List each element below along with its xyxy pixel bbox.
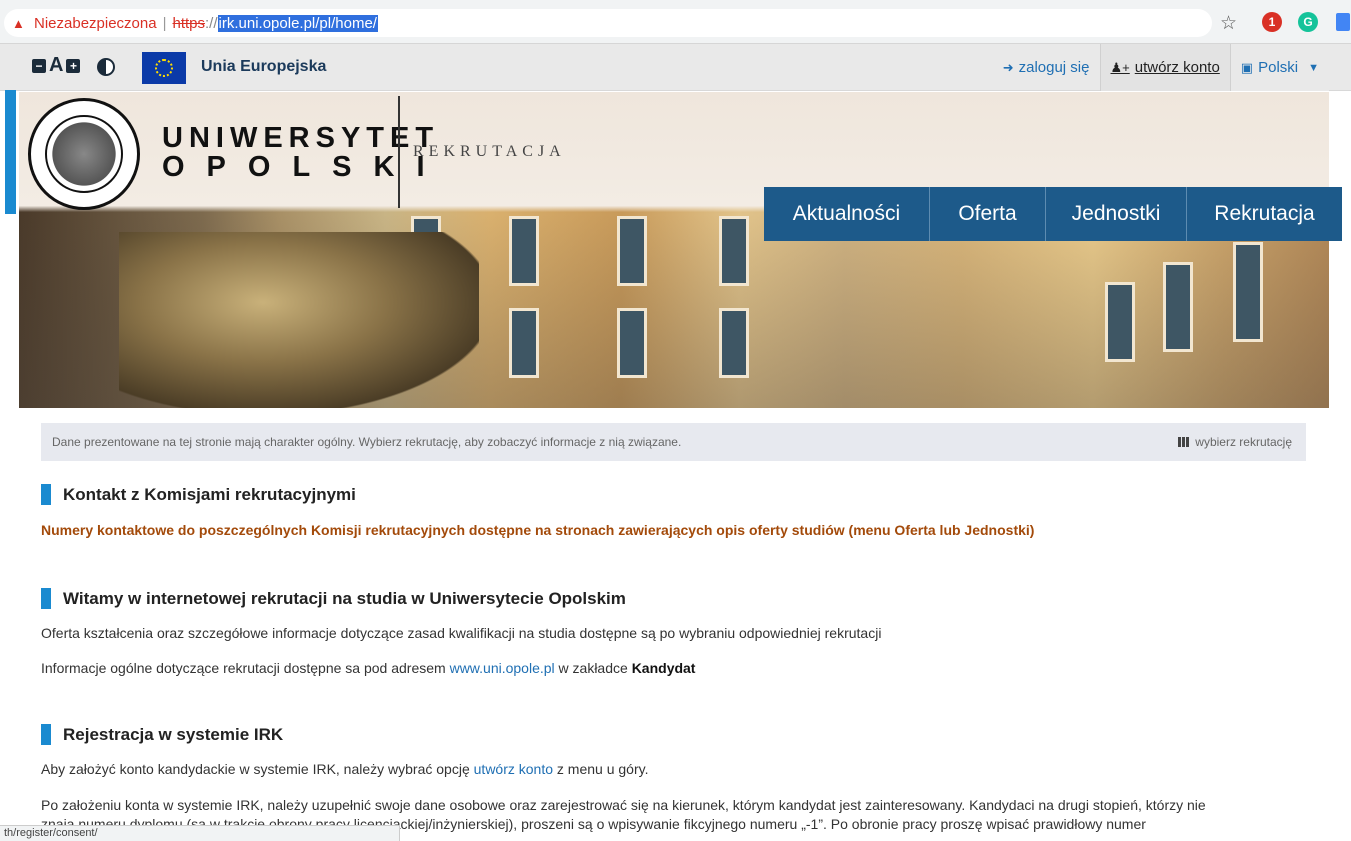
separator: | [162, 14, 167, 32]
login-link[interactable]: ➜ zaloguj się [993, 44, 1100, 91]
nav-oferta[interactable]: Oferta [930, 187, 1046, 241]
section-heading: Kontakt z Komisjami rekrutacyjnymi [41, 484, 356, 505]
status-url: th/register/consent/ [0, 825, 400, 841]
contact-section: Kontakt z Komisjami rekrutacyjnymi [41, 484, 356, 505]
url-text[interactable]: irk.uni.opole.pl/pl/home/ [217, 14, 378, 32]
contact-text: Numery kontaktowe do poszczególnych Komi… [41, 522, 1035, 538]
warning-icon: ▲ [12, 15, 25, 31]
increase-font-icon[interactable]: + [66, 58, 81, 73]
decrease-font-icon[interactable]: − [32, 58, 46, 73]
register-section: Rejestracja w systemie IRK [41, 724, 283, 745]
language-label: Polski [1258, 59, 1299, 76]
account-menu: ➜ zaloguj się ♟+ utwórz konto ▣ Polski ▼ [993, 44, 1329, 91]
font-size-controls: − A + [32, 54, 81, 77]
welcome-section: Witamy w internetowej rekrutacji na stud… [41, 588, 626, 609]
eu-label[interactable]: Unia Europejska [201, 58, 326, 76]
address-bar[interactable]: ▲ Niezabezpieczona | https://irk.uni.opo… [4, 9, 1212, 37]
info-text: Dane prezentowane na tej stronie mają ch… [52, 435, 682, 449]
grid-icon [1178, 437, 1191, 447]
add-user-icon: ♟+ [1110, 59, 1130, 75]
university-name-line1: UNIWERSYTET [162, 122, 440, 154]
register-p1-after: z menu u góry. [556, 761, 649, 777]
language-selector[interactable]: ▣ Polski ▼ [1229, 44, 1329, 91]
url-slashes: :// [205, 14, 218, 32]
extension-icon[interactable] [1336, 13, 1350, 31]
create-account-inline-link[interactable]: utwórz konto [474, 761, 553, 777]
welcome-title: Witamy w internetowej rekrutacji na stud… [63, 588, 626, 608]
welcome-paragraph-2: Informacje ogólne dotyczące rekrutacji d… [41, 660, 695, 676]
grammarly-extension-icon[interactable]: G [1298, 12, 1318, 32]
create-account-link[interactable]: ♟+ utwórz konto [1099, 44, 1230, 91]
register-p2-line1: Po założeniu konta w systemie IRK, należ… [41, 797, 1206, 813]
section-heading: Rejestracja w systemie IRK [41, 724, 283, 745]
section-heading: Witamy w internetowej rekrutacji na stud… [41, 588, 626, 609]
accent-bar [5, 90, 16, 214]
eu-flag-icon [142, 52, 186, 84]
logo-subtitle: REKRUTACJA [413, 143, 566, 160]
choose-recruitment-link[interactable]: wybierz rekrutację [1178, 435, 1292, 449]
sign-in-icon: ➜ [1002, 59, 1014, 75]
contrast-toggle-icon[interactable] [97, 58, 115, 76]
section-marker [41, 588, 51, 609]
browser-toolbar: ▲ Niezabezpieczona | https://irk.uni.opo… [0, 0, 1351, 44]
kandydat-label: Kandydat [631, 660, 696, 676]
extension-badge-icon[interactable]: 1 [1262, 12, 1282, 32]
url-scheme: https [172, 14, 206, 32]
welcome-paragraph-1: Oferta kształcenia oraz szczegółowe info… [41, 625, 882, 641]
section-marker [41, 724, 51, 745]
login-label: zaloguj się [1018, 59, 1090, 76]
eagle-statue-image [119, 232, 479, 408]
nav-rekrutacja[interactable]: Rekrutacja [1187, 187, 1342, 241]
security-label[interactable]: Niezabezpieczona [34, 15, 157, 32]
register-title: Rejestracja w systemie IRK [63, 724, 284, 744]
register-paragraph-1: Aby założyć konto kandydackie w systemie… [41, 761, 648, 777]
uni-website-link[interactable]: www.uni.opole.pl [450, 660, 555, 676]
register-p1-text: Aby założyć konto kandydackie w systemie… [41, 761, 470, 777]
logo-divider [398, 96, 400, 208]
welcome-p2-middle: w zakładce [558, 660, 628, 676]
main-navigation: Aktualności Oferta Jednostki Rekrutacja [764, 187, 1342, 241]
create-account-label: utwórz konto [1134, 59, 1220, 76]
choose-recruitment-label: wybierz rekrutację [1195, 435, 1292, 449]
university-name-line2: OPOLSKI [162, 151, 447, 183]
font-size-letter[interactable]: A [49, 54, 63, 77]
nav-aktualnosci[interactable]: Aktualności [764, 187, 930, 241]
university-seal-icon[interactable] [28, 98, 140, 210]
info-bar: Dane prezentowane na tej stronie mają ch… [41, 423, 1306, 461]
chevron-down-icon: ▼ [1308, 61, 1319, 74]
university-name[interactable]: UNIWERSYTET OPOLSKI [162, 124, 447, 182]
contact-title: Kontakt z Komisjami rekrutacyjnymi [63, 484, 356, 504]
section-marker [41, 484, 51, 505]
nav-jednostki[interactable]: Jednostki [1046, 187, 1187, 241]
language-icon: ▣ [1240, 59, 1254, 75]
bookmark-star-icon[interactable]: ☆ [1220, 12, 1237, 35]
welcome-p2-text: Informacje ogólne dotyczące rekrutacji d… [41, 660, 446, 676]
